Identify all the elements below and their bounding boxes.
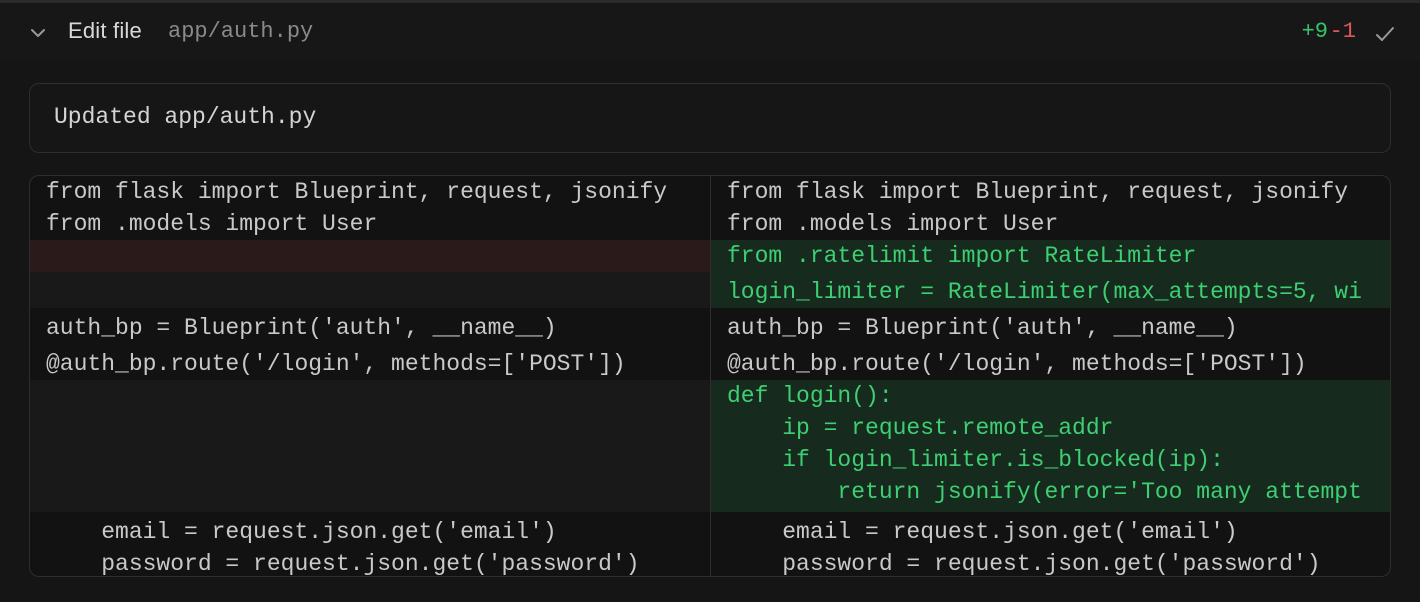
tool-call-header[interactable]: Edit file app/auth.py +9 -1 [0, 3, 1420, 61]
diff-line-text: @auth_bp.route('/login', methods=['POST'… [46, 351, 626, 377]
deletions-count: -1 [1329, 19, 1356, 44]
diff-line-text: @auth_bp.route('/login', methods=['POST'… [727, 351, 1307, 377]
diff-line-text: login_limiter = RateLimiter(max_attempts… [727, 279, 1362, 305]
diff-line-added: if login_limiter.is_blocked(ip): [711, 444, 1390, 476]
diff-line-text: from .models import User [46, 211, 378, 237]
diff-line: from .models import User [711, 208, 1390, 240]
diff-line: @auth_bp.route('/login', methods=['POST'… [711, 348, 1390, 380]
diff-line: password = request.json.get('password') [711, 548, 1390, 576]
side-by-side-diff[interactable]: from flask import Blueprint, request, js… [29, 175, 1391, 577]
diff-line-text: email = request.json.get('email') [46, 519, 557, 545]
diff-line: email = request.json.get('email') [30, 516, 710, 548]
diff-line-text: if login_limiter.is_blocked(ip): [727, 447, 1224, 473]
diff-line-added: login_limiter = RateLimiter(max_attempts… [711, 272, 1390, 308]
diff-line-text: return jsonify(error='Too many attempt [727, 479, 1362, 505]
diff-line: auth_bp = Blueprint('auth', __name__) [30, 312, 710, 344]
diff-line-text: auth_bp = Blueprint('auth', __name__) [727, 315, 1238, 341]
diff-right-pane: from flask import Blueprint, request, js… [711, 176, 1390, 576]
result-message: Updated app/auth.py [54, 104, 317, 130]
additions-count: +9 [1301, 19, 1328, 44]
diff-line-added: return jsonify(error='Too many attempt [711, 476, 1390, 512]
diff-line-removed [30, 240, 710, 272]
chevron-down-icon[interactable] [28, 23, 48, 43]
diff-line: from flask import Blueprint, request, js… [30, 176, 710, 208]
diff-line-added: from .ratelimit import RateLimiter [711, 240, 1390, 272]
diff-line: @auth_bp.route('/login', methods=['POST'… [30, 348, 710, 380]
diff-line-text: password = request.json.get('password') [46, 551, 640, 576]
diff-line-text: password = request.json.get('password') [727, 551, 1321, 576]
tool-title: Edit file [68, 18, 142, 43]
diff-line: password = request.json.get('password') [30, 548, 710, 576]
diff-line-text: from flask import Blueprint, request, js… [46, 179, 668, 205]
diff-line: auth_bp = Blueprint('auth', __name__) [711, 312, 1390, 344]
check-icon [1376, 27, 1394, 41]
diff-line-text: from .models import User [727, 211, 1059, 237]
diff-line-added: ip = request.remote_addr [711, 412, 1390, 444]
diff-line: from .models import User [30, 208, 710, 240]
diff-line-text: def login(): [727, 383, 893, 409]
diff-line-text: ip = request.remote_addr [727, 415, 1114, 441]
diff-line-empty [30, 272, 710, 308]
result-message-box: Updated app/auth.py [29, 83, 1391, 153]
diff-line: email = request.json.get('email') [711, 516, 1390, 548]
diff-line-text: email = request.json.get('email') [727, 519, 1238, 545]
diff-left-pane: from flask import Blueprint, request, js… [30, 176, 710, 576]
file-path: app/auth.py [168, 19, 314, 44]
diff-line-text: auth_bp = Blueprint('auth', __name__) [46, 315, 557, 341]
diff-line-text: from flask import Blueprint, request, js… [727, 179, 1349, 205]
diff-line-empty [30, 380, 710, 512]
diff-line: from flask import Blueprint, request, js… [711, 176, 1390, 208]
diff-line-text: from .ratelimit import RateLimiter [727, 243, 1197, 269]
diff-line-added: def login(): [711, 380, 1390, 412]
